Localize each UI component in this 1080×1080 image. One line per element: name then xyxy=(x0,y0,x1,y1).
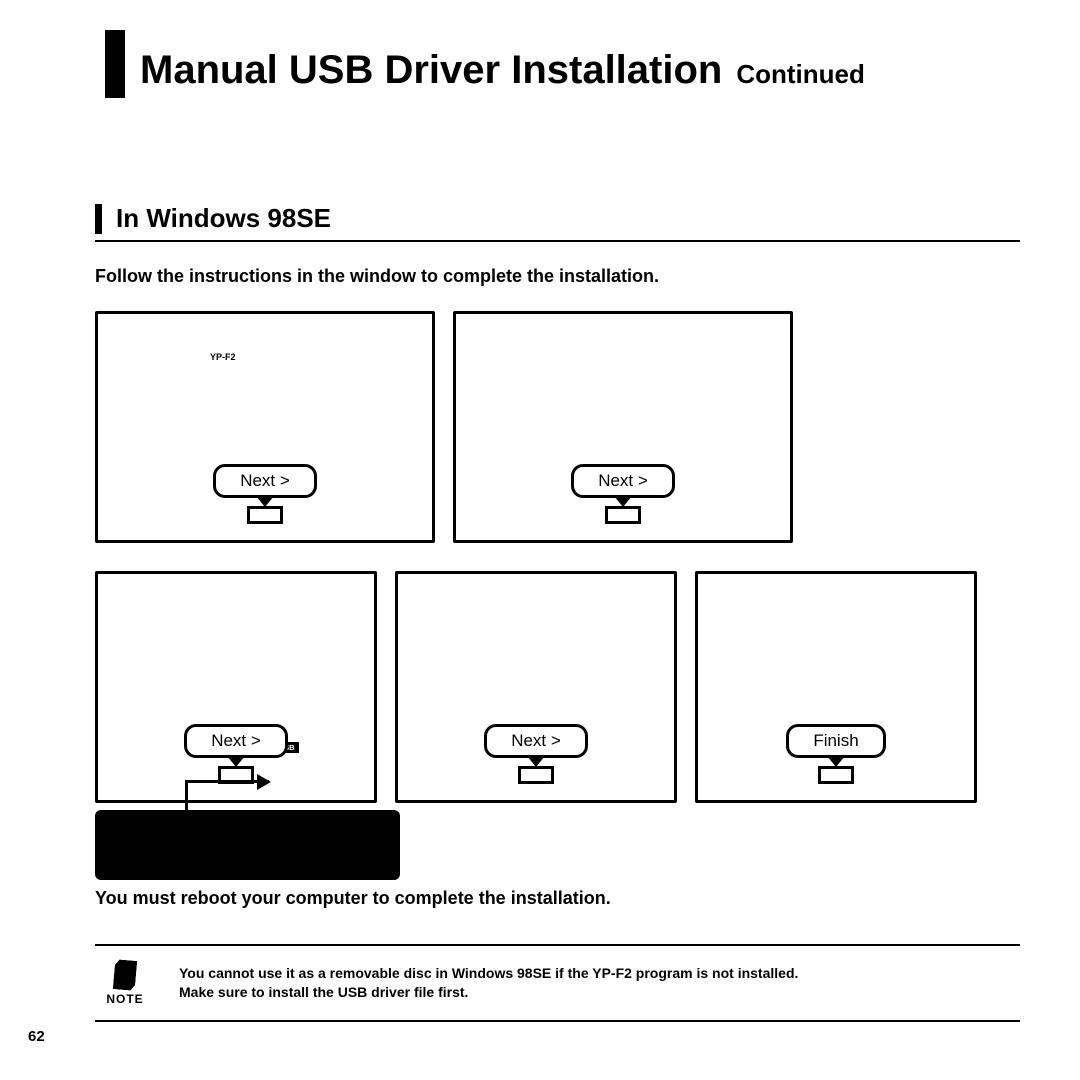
wizard-dialog-1: YP-F2 Next > xyxy=(95,311,435,543)
page-title: Manual USB Driver Installation Continued xyxy=(140,30,1020,93)
wizard-dialog-2: Next > xyxy=(453,311,793,543)
reboot-text: You must reboot your computer to complet… xyxy=(95,888,1020,909)
next-button-callout: Next > xyxy=(176,724,296,784)
section-title: In Windows 98SE xyxy=(116,203,331,234)
note-icon-block: NOTE xyxy=(95,960,155,1006)
click-indicator-icon xyxy=(605,506,641,524)
click-indicator-icon xyxy=(247,506,283,524)
device-name-text: YP-F2 xyxy=(210,352,236,362)
manual-page: Manual USB Driver Installation Continued… xyxy=(60,30,1020,1070)
dialog-row-2: \USB Driver\win98 USB Next > Next > Fini… xyxy=(95,571,1020,803)
next-button-callout: Next > xyxy=(205,464,325,524)
wizard-dialog-3: \USB Driver\win98 USB Next > xyxy=(95,571,377,803)
note-box: NOTE You cannot use it as a removable di… xyxy=(95,944,1020,1022)
title-accent-bar xyxy=(105,30,125,98)
click-indicator-icon xyxy=(518,766,554,784)
next-button-callout: Next > xyxy=(476,724,596,784)
next-button[interactable]: Next > xyxy=(484,724,588,758)
dialog-row-1: YP-F2 Next > Next > xyxy=(95,311,1020,543)
note-line-1: You cannot use it as a removable disc in… xyxy=(179,964,798,983)
section-rule xyxy=(95,240,1020,242)
click-indicator-icon xyxy=(818,766,854,784)
note-label: NOTE xyxy=(106,992,143,1006)
finish-button[interactable]: Finish xyxy=(786,724,885,758)
title-main: Manual USB Driver Installation xyxy=(140,48,722,93)
note-line-2: Make sure to install the USB driver file… xyxy=(179,983,798,1002)
section-windows98se: In Windows 98SE Follow the instructions … xyxy=(95,203,1020,803)
finish-button-callout: Finish xyxy=(776,724,896,784)
wizard-dialog-5: Finish xyxy=(695,571,977,803)
section-accent-bar xyxy=(95,204,102,234)
next-button[interactable]: Next > xyxy=(571,464,675,498)
page-number: 62 xyxy=(28,1028,45,1045)
instruction-text: Follow the instructions in the window to… xyxy=(95,266,1020,287)
next-button[interactable]: Next > xyxy=(213,464,317,498)
pencil-icon xyxy=(113,959,138,991)
path-callout-arrow-icon xyxy=(185,780,269,783)
wizard-dialog-4: Next > xyxy=(395,571,677,803)
title-continued: Continued xyxy=(736,59,865,90)
driver-path-callout xyxy=(95,810,400,880)
note-text: You cannot use it as a removable disc in… xyxy=(179,964,798,1002)
next-button[interactable]: Next > xyxy=(184,724,288,758)
next-button-callout: Next > xyxy=(563,464,683,524)
